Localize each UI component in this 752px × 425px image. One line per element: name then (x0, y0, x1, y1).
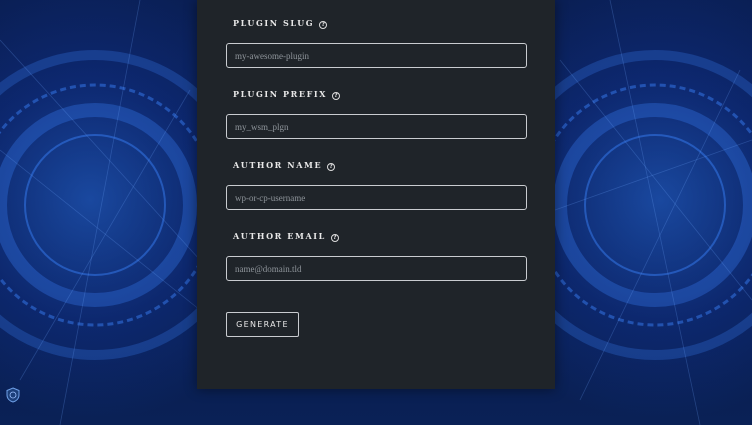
plugin-generator-form: Plugin Slug? Plugin Prefix? Author Name?… (197, 0, 555, 389)
plugin-slug-input[interactable] (226, 43, 527, 68)
plugin-prefix-label-text: Plugin Prefix (233, 89, 328, 99)
plugin-slug-label: Plugin Slug? (233, 18, 328, 29)
question-circle-icon[interactable]: ? (330, 234, 339, 242)
plugin-prefix-label: Plugin Prefix? (233, 89, 341, 100)
author-name-input[interactable] (226, 185, 527, 210)
author-email-input[interactable] (226, 256, 527, 281)
question-circle-icon[interactable]: ? (332, 92, 341, 100)
question-circle-icon[interactable]: ? (327, 163, 336, 171)
author-email-label-text: Author Email (233, 231, 326, 241)
question-circle-icon[interactable]: ? (319, 21, 328, 29)
shield-badge-icon[interactable] (6, 387, 20, 403)
author-name-label: Author Name? (233, 160, 336, 171)
author-name-label-text: Author Name (233, 160, 323, 170)
generate-button[interactable]: GENERATE (226, 312, 299, 337)
plugin-prefix-input[interactable] (226, 114, 527, 139)
author-email-label: Author Email? (233, 231, 339, 242)
plugin-slug-label-text: Plugin Slug (233, 18, 315, 28)
